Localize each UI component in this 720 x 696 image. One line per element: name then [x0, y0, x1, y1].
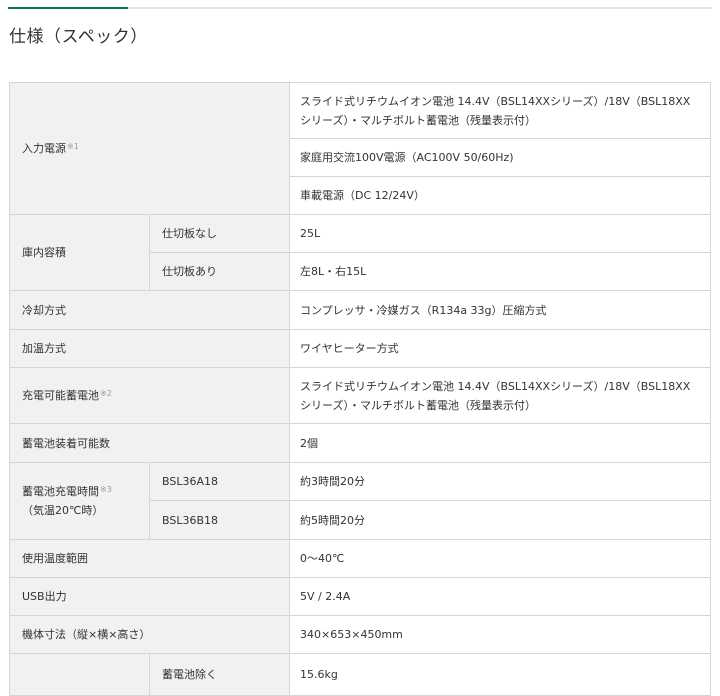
spec-table: 入力電源※1 スライド式リチウムイオン電池 14.4V（BSL14XXシリーズ）…: [8, 82, 711, 696]
spec-label-heating: 加温方式: [8, 329, 291, 368]
table-row: 充電可能蓄電池※2 スライド式リチウムイオン電池 14.4V（BSL14XXシリ…: [8, 367, 711, 424]
spec-sublabel: 仕切板あり: [148, 252, 291, 291]
table-row: 蓄電池充電時間※3 （気温20℃時） BSL36A18 約3時間20分: [9, 462, 711, 540]
spec-value: 340×653×450mm: [289, 615, 711, 654]
spec-label-capacity: 庫内容積: [9, 214, 150, 291]
spec-value: 5V / 2.4A: [289, 577, 711, 616]
table-row: 蓄電池除く 15.6kg: [9, 653, 711, 696]
spec-value: 0～40℃: [289, 539, 711, 578]
spec-value: 約3時間20分: [289, 462, 711, 501]
spec-label-usb: USB出力: [8, 577, 291, 616]
spec-label-temp-range: 使用温度範囲: [8, 539, 291, 578]
spec-label-cooling: 冷却方式: [8, 290, 291, 330]
table-row: 入力電源※1 スライド式リチウムイオン電池 14.4V（BSL14XXシリーズ）…: [8, 82, 711, 215]
spec-value: 25L: [289, 214, 711, 253]
spec-value: 車載電源（DC 12/24V）: [289, 176, 711, 215]
table-row: 冷却方式 コンプレッサ・冷媒ガス（R134a 33g）圧縮方式: [8, 290, 711, 330]
spec-value: ワイヤヒーター方式: [289, 329, 711, 368]
spec-value: スライド式リチウムイオン電池 14.4V（BSL14XXシリーズ）/18V（BS…: [289, 82, 711, 139]
spec-value: 2個: [289, 423, 711, 463]
footnote-marker: ※1: [67, 142, 79, 151]
spec-label-charge-time: 蓄電池充電時間※3 （気温20℃時）: [9, 462, 150, 540]
spec-sublabel: 仕切板なし: [148, 214, 291, 253]
spec-value: コンプレッサ・冷媒ガス（R134a 33g）圧縮方式: [289, 290, 711, 330]
table-row: USB出力 5V / 2.4A: [8, 577, 711, 616]
spec-value: 15.6kg: [289, 653, 711, 696]
table-row: 蓄電池装着可能数 2個: [8, 423, 711, 463]
table-row: 機体寸法（縦×横×高さ） 340×653×450mm: [8, 615, 711, 654]
spec-label-battery: 充電可能蓄電池※2: [8, 367, 291, 424]
table-row: 庫内容積 仕切板なし 25L: [9, 214, 711, 291]
heading-rule: [8, 7, 712, 9]
spec-value: 家庭用交流100V電源（AC100V 50/60Hz): [289, 138, 711, 177]
spec-label-dimensions: 機体寸法（縦×横×高さ）: [8, 615, 291, 654]
table-row: 加温方式 ワイヤヒーター方式: [8, 329, 711, 368]
spec-value: スライド式リチウムイオン電池 14.4V（BSL14XXシリーズ）/18V（BS…: [289, 367, 711, 424]
spec-value: 左8L・右15L: [289, 252, 711, 291]
heading-accent-bar: [8, 7, 128, 9]
spec-sublabel: 蓄電池除く: [148, 653, 291, 696]
spec-label-weight: [9, 653, 150, 696]
page-title: 仕様（スペック）: [9, 27, 148, 47]
spec-sublabel: BSL36B18: [148, 500, 291, 540]
spec-label-power: 入力電源※1: [8, 82, 291, 215]
footnote-marker: ※3: [100, 485, 112, 494]
table-row: 使用温度範囲 0～40℃: [8, 539, 711, 578]
spec-label-battery-count: 蓄電池装着可能数: [8, 423, 291, 463]
footnote-marker: ※2: [100, 389, 112, 398]
spec-sublabel: BSL36A18: [148, 462, 291, 501]
spec-value: 約5時間20分: [289, 500, 711, 540]
